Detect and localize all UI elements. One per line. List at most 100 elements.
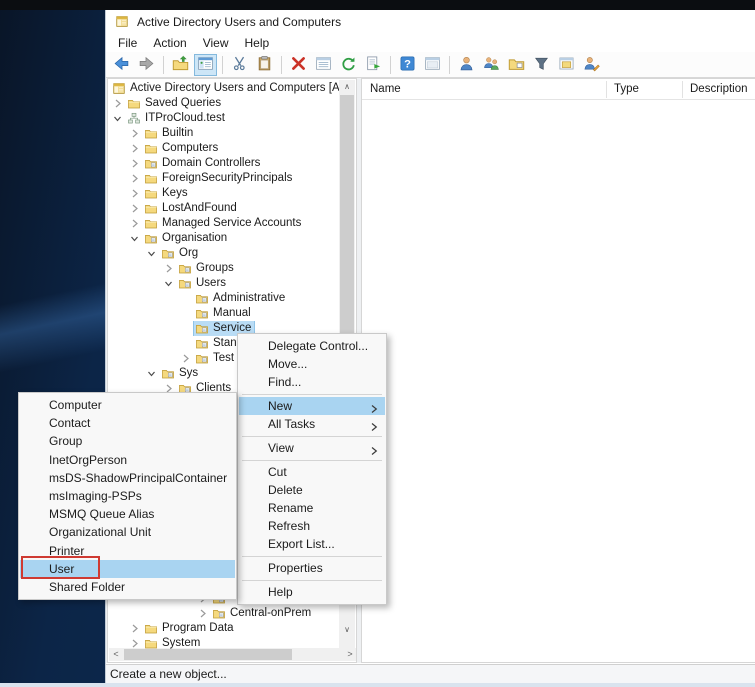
chevron-right-icon[interactable] (196, 607, 209, 620)
chevron-down-icon[interactable] (145, 367, 158, 380)
forward-button[interactable] (135, 54, 158, 76)
new-submenu-item-computer[interactable]: Computer (20, 396, 235, 414)
scroll-down-icon[interactable]: ∨ (339, 623, 355, 637)
show-console-tree-button[interactable] (194, 54, 217, 76)
console-window-button[interactable] (421, 54, 444, 76)
context-menu-item-refresh[interactable]: Refresh (239, 517, 385, 535)
context-menu-item-rename[interactable]: Rename (239, 499, 385, 517)
properties-list-button[interactable] (312, 54, 335, 76)
tree-item-itprocloud-test[interactable]: ITProCloud.test (126, 111, 228, 126)
tree-item-active-directory-users-and-computers-ads[interactable]: Active Directory Users and Computers [AD… (111, 81, 339, 96)
chevron-right-icon[interactable] (128, 157, 141, 170)
paste-button[interactable] (253, 54, 276, 76)
tree-item-groups[interactable]: Groups (177, 261, 237, 276)
new-submenu-item-inetorgperson[interactable]: InetOrgPerson (20, 451, 235, 469)
tree-item-administrative[interactable]: Administrative (194, 291, 288, 306)
new-submenu-item-organizational-unit[interactable]: Organizational Unit (20, 523, 235, 541)
menubar-item-file[interactable]: File (110, 34, 145, 52)
tree-item-sys[interactable]: Sys (160, 366, 201, 381)
chevron-down-icon[interactable] (128, 232, 141, 245)
new-ou-button[interactable] (505, 54, 528, 76)
context-menu-item-find[interactable]: Find... (239, 373, 385, 391)
chevron-down-icon[interactable] (111, 112, 124, 125)
context-menu-item-cut[interactable]: Cut (239, 463, 385, 481)
tree-row-groups[interactable]: Groups (108, 261, 339, 276)
help-button[interactable]: ? (396, 54, 419, 76)
tree-row-manual[interactable]: Manual (108, 306, 339, 321)
tree-row-system[interactable]: System (108, 636, 339, 651)
tree-row-administrative[interactable]: Administrative (108, 291, 339, 306)
chevron-right-icon[interactable] (128, 187, 141, 200)
cut-button[interactable] (228, 54, 251, 76)
context-menu-item-view[interactable]: View (239, 439, 385, 457)
menubar-item-view[interactable]: View (195, 34, 237, 52)
chevron-down-icon[interactable] (145, 247, 158, 260)
tree-row-organisation[interactable]: Organisation (108, 231, 339, 246)
tree-item-computers[interactable]: Computers (143, 141, 221, 156)
tree-item-manual[interactable]: Manual (194, 306, 254, 321)
chevron-right-icon[interactable] (162, 262, 175, 275)
chevron-right-icon[interactable] (128, 172, 141, 185)
tree-row-program-data[interactable]: Program Data (108, 621, 339, 636)
tree-row-foreignsecurityprincipals[interactable]: ForeignSecurityPrincipals (108, 171, 339, 186)
chevron-right-icon[interactable] (111, 97, 124, 110)
menubar-item-action[interactable]: Action (145, 34, 194, 52)
chevron-right-icon[interactable] (128, 622, 141, 635)
tree-row-keys[interactable]: Keys (108, 186, 339, 201)
delete-button[interactable] (287, 54, 310, 76)
tree-row-builtin[interactable]: Builtin (108, 126, 339, 141)
tree-item-saved-queries[interactable]: Saved Queries (126, 96, 224, 111)
tree-row-lostandfound[interactable]: LostAndFound (108, 201, 339, 216)
new-submenu-item-shared-folder[interactable]: Shared Folder (20, 578, 235, 596)
find-objects-button[interactable] (580, 54, 603, 76)
context-menu-item-delete[interactable]: Delete (239, 481, 385, 499)
context-menu-item-all-tasks[interactable]: All Tasks (239, 415, 385, 433)
chevron-right-icon[interactable] (128, 202, 141, 215)
column-separator[interactable] (606, 81, 607, 98)
tree-row-managed-service-accounts[interactable]: Managed Service Accounts (108, 216, 339, 231)
tree-item-organisation[interactable]: Organisation (143, 231, 230, 246)
tree-row-domain-controllers[interactable]: Domain Controllers (108, 156, 339, 171)
context-menu-item-move[interactable]: Move... (239, 355, 385, 373)
chevron-right-icon[interactable] (179, 352, 192, 365)
tree-item-system[interactable]: System (143, 636, 203, 651)
tree-item-managed-service-accounts[interactable]: Managed Service Accounts (143, 216, 304, 231)
tree-item-domain-controllers[interactable]: Domain Controllers (143, 156, 263, 171)
tree-row-computers[interactable]: Computers (108, 141, 339, 156)
new-submenu-item-contact[interactable]: Contact (20, 414, 235, 432)
context-menu-item-new[interactable]: New (239, 397, 385, 415)
menubar-item-help[interactable]: Help (237, 34, 278, 52)
tree-item-central-onprem[interactable]: Central-onPrem (211, 606, 314, 621)
new-submenu-item-msmq-queue-alias[interactable]: MSMQ Queue Alias (20, 505, 235, 523)
tree-item-foreignsecurityprincipals[interactable]: ForeignSecurityPrincipals (143, 171, 295, 186)
tree-item-keys[interactable]: Keys (143, 186, 191, 201)
context-menu-item-export-list[interactable]: Export List... (239, 535, 385, 553)
tree-item-org[interactable]: Org (160, 246, 201, 261)
new-user-button[interactable] (455, 54, 478, 76)
tree-row-saved-queries[interactable]: Saved Queries (108, 96, 339, 111)
new-submenu-item-user[interactable]: User (20, 560, 235, 578)
chevron-right-icon[interactable] (128, 217, 141, 230)
tree-row-active-directory-users-and-computers-ads[interactable]: Active Directory Users and Computers [AD… (108, 81, 339, 96)
scroll-up-icon[interactable]: ∧ (339, 80, 355, 94)
new-group-button[interactable] (480, 54, 503, 76)
new-submenu-item-msds-shadowprincipalcontainer[interactable]: msDS-ShadowPrincipalContainer (20, 469, 235, 487)
tree-item-builtin[interactable]: Builtin (143, 126, 196, 141)
tree-row-org[interactable]: Org (108, 246, 339, 261)
export-list-button[interactable] (362, 54, 385, 76)
tree-item-test[interactable]: Test (194, 351, 237, 366)
chevron-down-icon[interactable] (162, 277, 175, 290)
tree-item-program-data[interactable]: Program Data (143, 621, 237, 636)
refresh-button[interactable] (337, 54, 360, 76)
column-header-description[interactable]: Description (690, 79, 748, 100)
back-button[interactable] (110, 54, 133, 76)
tree-item-users[interactable]: Users (177, 276, 229, 291)
new-submenu-item-printer[interactable]: Printer (20, 542, 235, 560)
tree-item-lostandfound[interactable]: LostAndFound (143, 201, 240, 216)
scroll-right-icon[interactable]: > (343, 648, 357, 661)
column-header-name[interactable]: Name (370, 79, 401, 100)
chevron-right-icon[interactable] (128, 142, 141, 155)
chevron-right-icon[interactable] (128, 127, 141, 140)
context-menu-item-delegate-control[interactable]: Delegate Control... (239, 337, 385, 355)
tree-row-users[interactable]: Users (108, 276, 339, 291)
